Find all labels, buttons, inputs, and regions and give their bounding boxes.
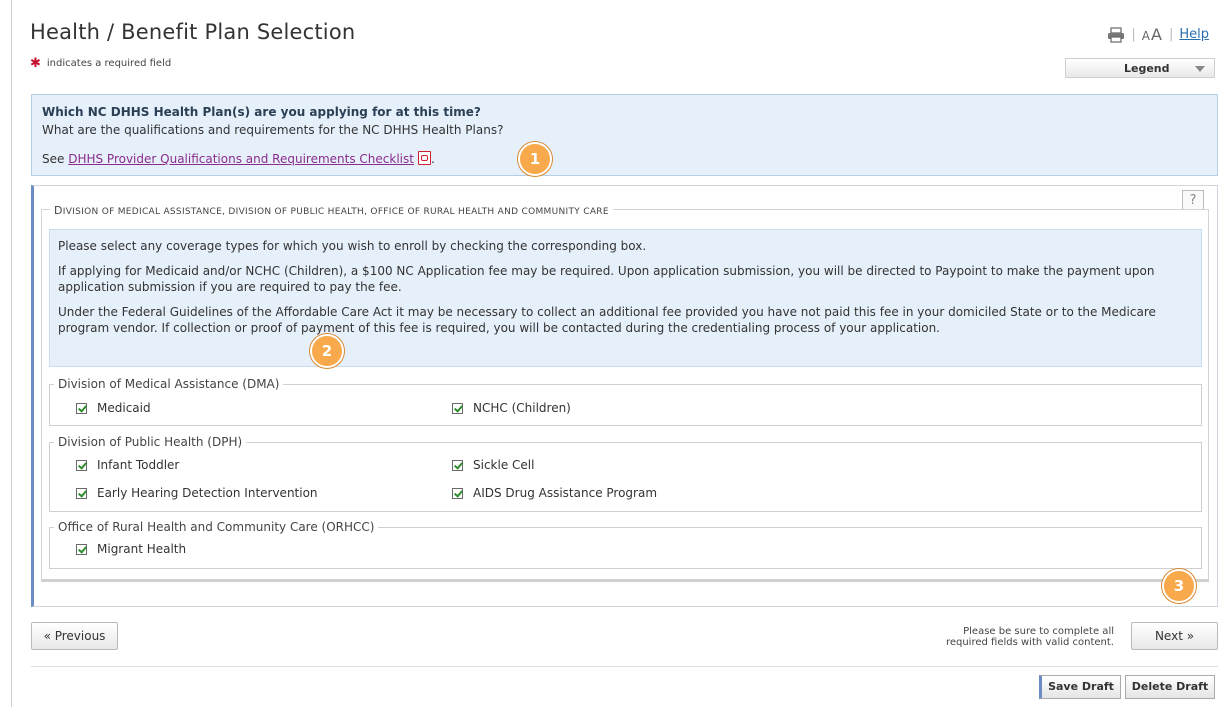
infant-toddler-checkbox[interactable]: Infant Toddler [76, 458, 179, 472]
medicaid-checkbox[interactable]: Medicaid [76, 401, 151, 415]
callout-badge-1: 1 [518, 142, 552, 176]
early-hearing-checkbox[interactable]: Early Hearing Detection Intervention [76, 486, 318, 500]
next-button[interactable]: Next » [1131, 622, 1218, 650]
orhcc-group-legend: Office of Rural Health and Community Car… [54, 520, 379, 534]
checkbox-checked-icon[interactable] [76, 487, 87, 499]
dma-group-legend: Division of Medical Assistance (DMA) [54, 377, 284, 391]
pdf-icon[interactable] [417, 151, 431, 165]
plan-question-panel: Which NC DHHS Health Plan(s) are you app… [31, 94, 1218, 176]
page-title: Health / Benefit Plan Selection [30, 20, 356, 44]
chevron-down-icon [1195, 66, 1205, 72]
question-heading: Which NC DHHS Health Plan(s) are you app… [42, 105, 481, 119]
migrant-health-checkbox[interactable]: Migrant Health [76, 542, 186, 556]
legend-dropdown[interactable]: Legend [1065, 58, 1215, 78]
section-help-icon[interactable]: ? [1182, 190, 1204, 210]
top-tools: | AA | Help [1107, 25, 1209, 44]
dph-group-legend: Division of Public Health (DPH) [54, 435, 247, 449]
checkbox-checked-icon[interactable] [452, 459, 463, 471]
callout-badge-2: 2 [310, 334, 344, 368]
checkbox-checked-icon[interactable] [452, 487, 463, 499]
question-subheading: What are the qualifications and requirem… [42, 123, 504, 137]
text-size-toggle[interactable]: AA [1142, 25, 1163, 44]
coverage-info-box: Please select any coverage types for whi… [49, 229, 1202, 367]
info-paragraph: Under the Federal Guidelines of the Affo… [58, 305, 1156, 335]
legend-label: Legend [1124, 62, 1170, 75]
aids-drug-assistance-checkbox[interactable]: AIDS Drug Assistance Program [452, 486, 657, 500]
checkbox-checked-icon[interactable] [76, 543, 87, 555]
help-link[interactable]: Help [1179, 27, 1209, 42]
tool-separator: | [1168, 27, 1174, 42]
required-star-icon: ✱ [30, 56, 41, 71]
delete-draft-button[interactable]: Delete Draft [1125, 675, 1215, 699]
tool-separator: | [1131, 27, 1136, 42]
info-paragraph: If applying for Medicaid and/or NCHC (Ch… [58, 264, 1155, 294]
printer-icon[interactable] [1107, 26, 1125, 43]
nchc-children-checkbox[interactable]: NCHC (Children) [452, 401, 571, 415]
required-field-note: ✱ indicates a required field [30, 56, 171, 71]
complete-fields-note: Please be sure to complete all required … [945, 626, 1114, 648]
checklist-line: See DHHS Provider Qualifications and Req… [42, 151, 435, 166]
info-paragraph: Please select any coverage types for whi… [58, 239, 647, 253]
callout-badge-3: 3 [1162, 569, 1196, 603]
divisions-fieldset-legend: Division of Medical Assistance, Division… [50, 204, 613, 217]
checkbox-checked-icon[interactable] [452, 402, 463, 414]
checkbox-checked-icon[interactable] [76, 459, 87, 471]
previous-button[interactable]: « Previous [31, 622, 118, 650]
required-note-text: indicates a required field [46, 58, 172, 69]
save-draft-button[interactable]: Save Draft [1039, 675, 1121, 699]
checkbox-checked-icon[interactable] [76, 402, 87, 414]
sickle-cell-checkbox[interactable]: Sickle Cell [452, 458, 534, 472]
dph-group [49, 442, 1202, 512]
footer-divider [31, 666, 1218, 667]
checklist-link[interactable]: DHHS Provider Qualifications and Require… [68, 152, 414, 166]
